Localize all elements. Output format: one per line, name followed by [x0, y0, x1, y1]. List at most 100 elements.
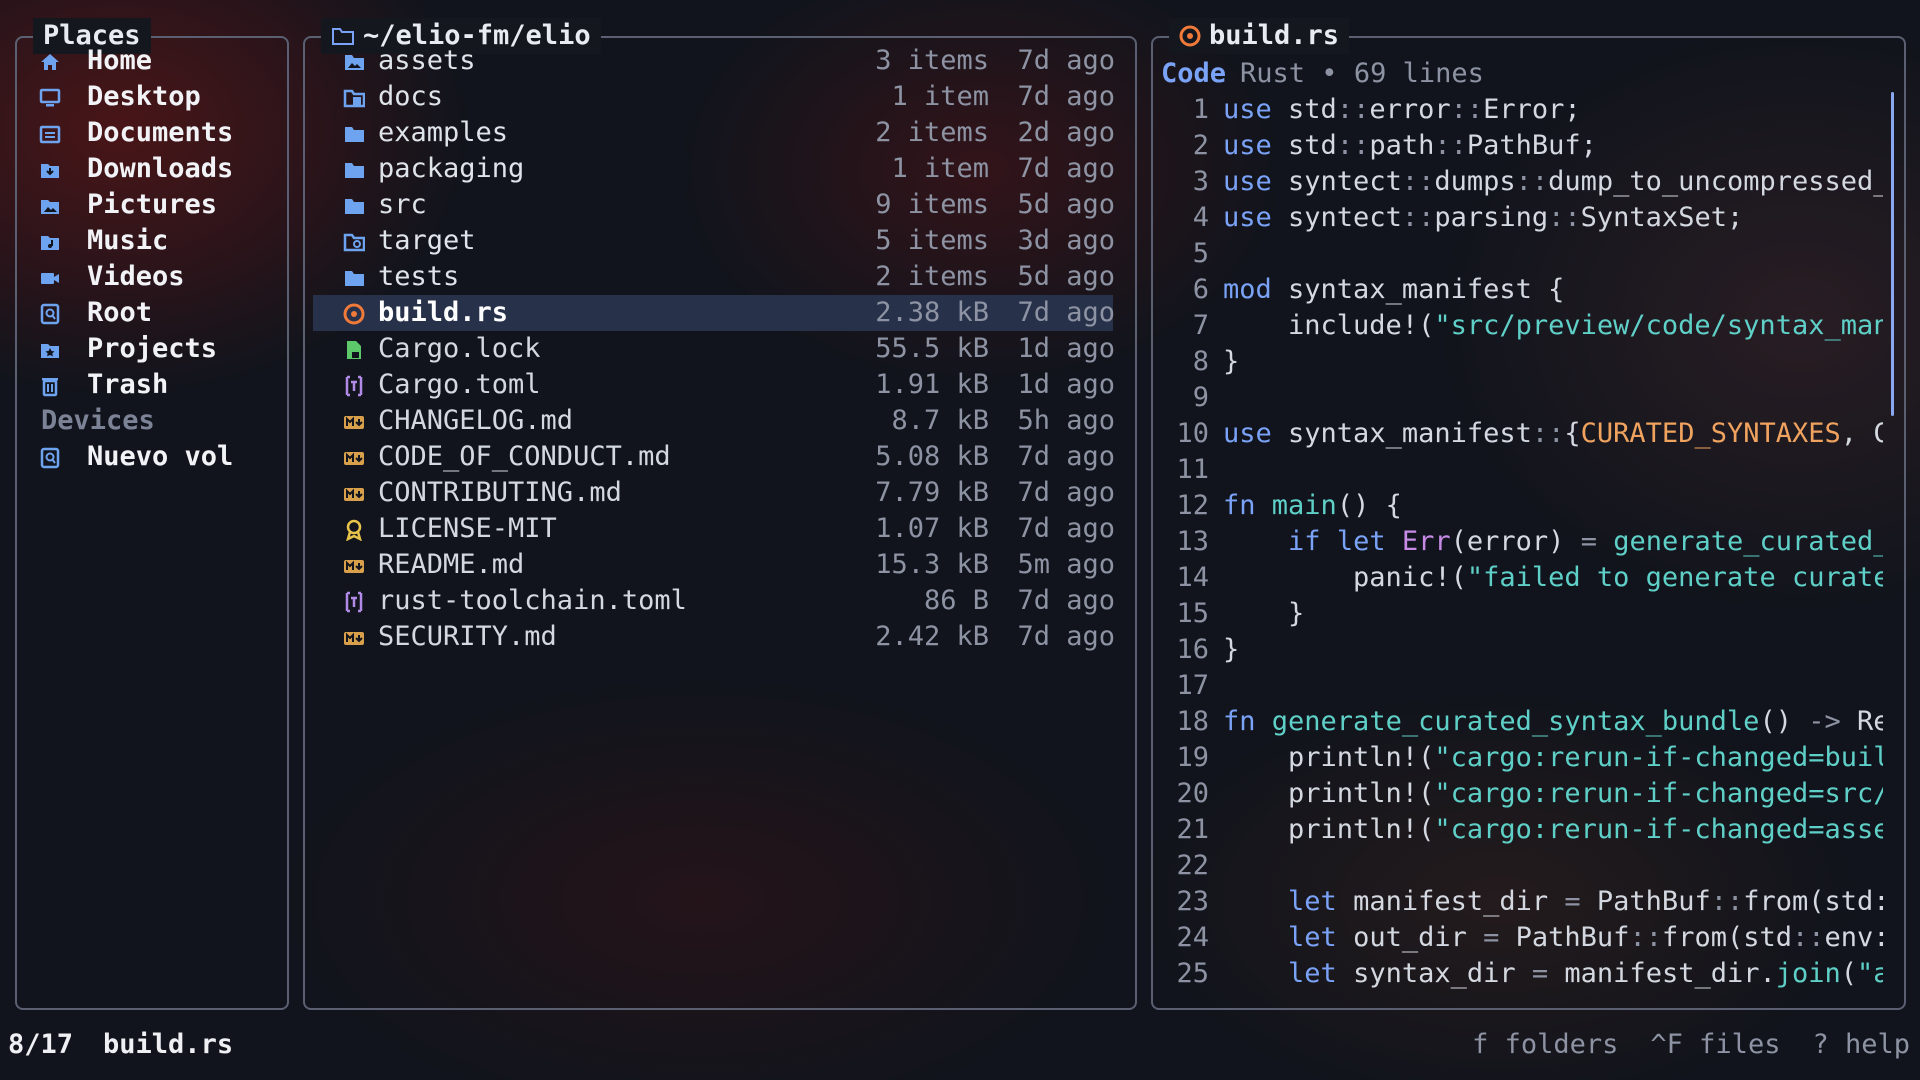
place-desktop[interactable]: Desktop — [17, 79, 287, 115]
code-line: 13 if let Err(error) = generate_curated_ — [1153, 524, 1883, 560]
file-row[interactable]: SECURITY.md 2.42 kB 7d ago — [305, 619, 1135, 655]
folder-image-icon — [343, 51, 365, 73]
device-nuevo-vol[interactable]: Nuevo vol — [17, 439, 287, 475]
file-size: 8.7 kB — [891, 405, 989, 436]
file-row[interactable]: src 9 items 5d ago — [305, 187, 1135, 223]
folder-icon — [343, 267, 365, 289]
markdown-icon — [343, 483, 365, 505]
file-row[interactable]: examples 2 items 2d ago — [305, 115, 1135, 151]
place-label: Trash — [87, 369, 169, 400]
code-line: 5 — [1153, 236, 1883, 272]
line-number: 7 — [1192, 310, 1209, 341]
file-name: docs — [378, 81, 444, 112]
line-number: 10 — [1176, 418, 1209, 449]
place-music[interactable]: Music — [17, 223, 287, 259]
folder-icon — [343, 159, 365, 181]
preview-header: Code Rust • 69 lines — [1161, 56, 1484, 92]
line-number: 21 — [1176, 814, 1209, 845]
file-list-pane: ~/elio-fm/elio assets 3 items 7d ago docs 1 … — [303, 18, 1137, 1010]
place-pictures[interactable]: Pictures — [17, 187, 287, 223]
pictures-icon — [39, 195, 61, 217]
file-row[interactable]: rust-toolchain.toml 86 B 7d ago — [305, 583, 1135, 619]
file-row[interactable]: target 5 items 3d ago — [305, 223, 1135, 259]
hint-folders: f folders — [1472, 1029, 1619, 1060]
code-text: mod syntax_manifest { — [1223, 274, 1565, 305]
file-name: CODE_OF_CONDUCT.md — [378, 441, 671, 472]
code-line: 20 println!("cargo:rerun-if-changed=src/ — [1153, 776, 1883, 812]
hint-help: ? help — [1812, 1029, 1910, 1060]
place-label: Documents — [87, 117, 234, 148]
file-age: 5d ago — [1017, 189, 1115, 220]
file-row[interactable]: assets 3 items 7d ago — [305, 43, 1135, 79]
code-line: 22 — [1153, 848, 1883, 884]
place-trash[interactable]: Trash — [17, 367, 287, 403]
home-icon — [39, 51, 61, 73]
file-row[interactable]: CODE_OF_CONDUCT.md 5.08 kB 7d ago — [305, 439, 1135, 475]
place-root[interactable]: Root — [17, 295, 287, 331]
code-line: 19 println!("cargo:rerun-if-changed=buil — [1153, 740, 1883, 776]
code-view[interactable]: 1 use std::error::Error; 2 use std::path::P… — [1153, 92, 1883, 992]
tab-code[interactable]: Code — [1161, 58, 1226, 89]
toml-icon — [343, 591, 365, 613]
place-projects[interactable]: Projects — [17, 331, 287, 367]
markdown-icon — [343, 555, 365, 577]
file-row[interactable]: README.md 15.3 kB 5m ago — [305, 547, 1135, 583]
file-size: 2 items — [875, 117, 989, 148]
place-downloads[interactable]: Downloads — [17, 151, 287, 187]
file-size: 5.08 kB — [875, 441, 989, 472]
file-age: 7d ago — [1017, 297, 1115, 328]
code-text: let out_dir = PathBuf::from(std::env: — [1288, 922, 1883, 953]
file-row[interactable]: Cargo.toml 1.91 kB 1d ago — [305, 367, 1135, 403]
code-line: 24 let out_dir = PathBuf::from(std::env: — [1153, 920, 1883, 956]
code-text: use std::path::PathBuf; — [1223, 130, 1597, 161]
folder-icon — [343, 195, 365, 217]
place-home[interactable]: Home — [17, 43, 287, 79]
code-line: 2 use std::path::PathBuf; — [1153, 128, 1883, 164]
code-line: 6 mod syntax_manifest { — [1153, 272, 1883, 308]
file-row[interactable]: CHANGELOG.md 8.7 kB 5h ago — [305, 403, 1135, 439]
code-text: use std::error::Error; — [1223, 94, 1581, 125]
projects-icon — [39, 339, 61, 361]
code-line: 15 } — [1153, 596, 1883, 632]
file-row[interactable]: LICENSE-MIT 1.07 kB 7d ago — [305, 511, 1135, 547]
file-age: 2d ago — [1017, 117, 1115, 148]
trash-icon — [39, 375, 61, 397]
preview-scrollbar[interactable] — [1891, 92, 1894, 416]
documents-icon — [39, 123, 61, 145]
file-name: target — [378, 225, 476, 256]
code-text: } — [1223, 598, 1305, 629]
line-number: 16 — [1176, 634, 1209, 665]
file-row[interactable]: docs 1 item 7d ago — [305, 79, 1135, 115]
file-row[interactable]: tests 2 items 5d ago — [305, 259, 1135, 295]
file-size: 5 items — [875, 225, 989, 256]
folder-icon — [343, 123, 365, 145]
line-number: 1 — [1192, 94, 1209, 125]
file-age: 1d ago — [1017, 333, 1115, 364]
file-row[interactable]: build.rs 2.38 kB 7d ago — [313, 295, 1115, 331]
file-size: 2.38 kB — [875, 297, 989, 328]
file-name: CONTRIBUTING.md — [378, 477, 622, 508]
file-name: LICENSE-MIT — [378, 513, 557, 544]
file-size: 7.79 kB — [875, 477, 989, 508]
code-text: let manifest_dir = PathBuf::from(std: — [1288, 886, 1883, 917]
file-age: 7d ago — [1017, 585, 1115, 616]
line-number: 8 — [1192, 346, 1209, 377]
file-row[interactable]: Cargo.lock 55.5 kB 1d ago — [305, 331, 1135, 367]
file-age: 7d ago — [1017, 81, 1115, 112]
file-row[interactable]: packaging 1 item 7d ago — [305, 151, 1135, 187]
file-name: build.rs — [378, 297, 509, 328]
file-row[interactable]: CONTRIBUTING.md 7.79 kB 7d ago — [305, 475, 1135, 511]
line-number: 20 — [1176, 778, 1209, 809]
place-documents[interactable]: Documents — [17, 115, 287, 151]
place-videos[interactable]: Videos — [17, 259, 287, 295]
code-line: 1 use std::error::Error; — [1153, 92, 1883, 128]
code-line: 10 use syntax_manifest::{CURATED_SYNTAXES… — [1153, 416, 1883, 452]
line-number: 22 — [1176, 850, 1209, 881]
code-line: 4 use syntect::parsing::SyntaxSet; — [1153, 200, 1883, 236]
code-line: 7 include!("src/preview/code/syntax_man — [1153, 308, 1883, 344]
place-label: Home — [87, 45, 153, 76]
file-name: SECURITY.md — [378, 621, 557, 652]
code-text: println!("cargo:rerun-if-changed=asse — [1223, 814, 1883, 845]
file-size: 1.91 kB — [875, 369, 989, 400]
toml-icon — [343, 375, 365, 397]
